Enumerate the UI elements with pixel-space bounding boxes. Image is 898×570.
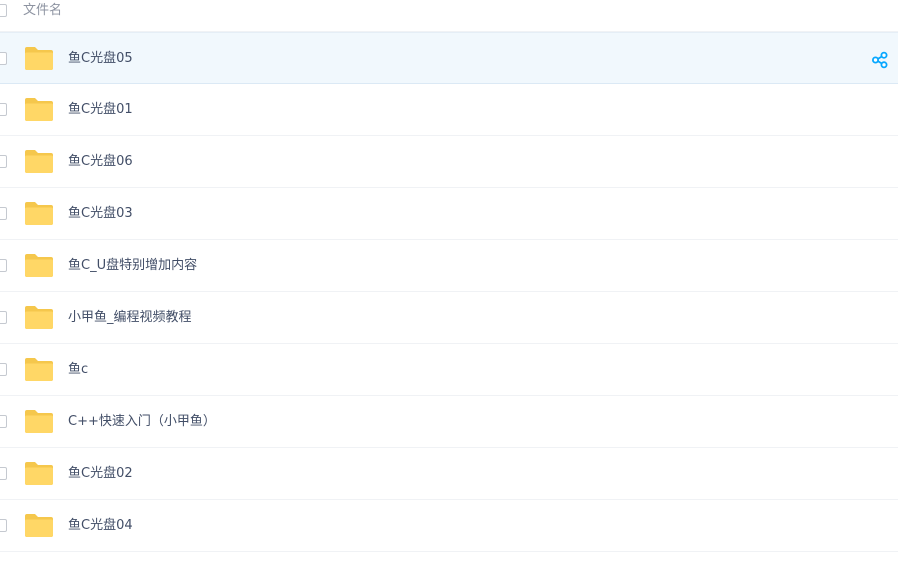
column-header-filename[interactable]: 文件名 — [23, 3, 62, 19]
row-checkbox[interactable] — [0, 52, 7, 65]
file-row[interactable]: 鱼C光盘04 — [0, 500, 898, 552]
file-name-link[interactable]: 鱼c — [68, 361, 88, 378]
file-row[interactable]: 鱼C_U盘特别增加内容 — [0, 240, 898, 292]
share-icon[interactable] — [871, 51, 889, 69]
row-checkbox[interactable] — [0, 103, 7, 116]
file-name-link[interactable]: 鱼C光盘01 — [68, 101, 133, 118]
row-checkbox[interactable] — [0, 519, 7, 532]
file-row[interactable]: 鱼C光盘03 — [0, 188, 898, 240]
folder-icon — [24, 305, 54, 330]
file-name-link[interactable]: 鱼C光盘03 — [68, 205, 133, 222]
folder-icon — [24, 201, 54, 226]
file-list: 文件名 鱼C光盘05 鱼C光盘01 鱼C光盘06 鱼C光盘03 鱼C_U盘特别增加内容小… — [0, 0, 898, 570]
folder-icon — [24, 409, 54, 434]
file-rows: 鱼C光盘05 鱼C光盘01 鱼C光盘06 鱼C光盘03 鱼C_U盘特别增加内容 小甲鱼_编… — [0, 32, 898, 552]
row-checkbox[interactable] — [0, 207, 7, 220]
file-row[interactable]: 鱼C光盘01 — [0, 84, 898, 136]
file-row[interactable]: C++快速入门（小甲鱼） — [0, 396, 898, 448]
row-checkbox[interactable] — [0, 467, 7, 480]
file-row[interactable]: 鱼C光盘02 — [0, 448, 898, 500]
file-name-link[interactable]: 鱼C_U盘特别增加内容 — [68, 257, 197, 274]
row-checkbox[interactable] — [0, 415, 7, 428]
file-row[interactable]: 鱼C光盘05 — [0, 32, 898, 84]
file-list-header: 文件名 — [0, 0, 898, 32]
folder-icon — [24, 46, 54, 71]
folder-icon — [24, 149, 54, 174]
file-row[interactable]: 鱼C光盘06 — [0, 136, 898, 188]
row-checkbox[interactable] — [0, 311, 7, 324]
file-name-link[interactable]: C++快速入门（小甲鱼） — [68, 413, 216, 430]
file-name-link[interactable]: 鱼C光盘05 — [68, 50, 133, 67]
file-name-link[interactable]: 鱼C光盘04 — [68, 517, 133, 534]
file-row[interactable]: 鱼c — [0, 344, 898, 396]
folder-icon — [24, 253, 54, 278]
row-checkbox[interactable] — [0, 259, 7, 272]
folder-icon — [24, 513, 54, 538]
row-checkbox[interactable] — [0, 155, 7, 168]
file-name-link[interactable]: 鱼C光盘06 — [68, 153, 133, 170]
select-all-checkbox[interactable] — [0, 4, 7, 17]
file-name-link[interactable]: 鱼C光盘02 — [68, 465, 133, 482]
row-checkbox[interactable] — [0, 363, 7, 376]
file-row[interactable]: 小甲鱼_编程视频教程 — [0, 292, 898, 344]
folder-icon — [24, 97, 54, 122]
file-name-link[interactable]: 小甲鱼_编程视频教程 — [68, 309, 192, 326]
folder-icon — [24, 461, 54, 486]
folder-icon — [24, 357, 54, 382]
